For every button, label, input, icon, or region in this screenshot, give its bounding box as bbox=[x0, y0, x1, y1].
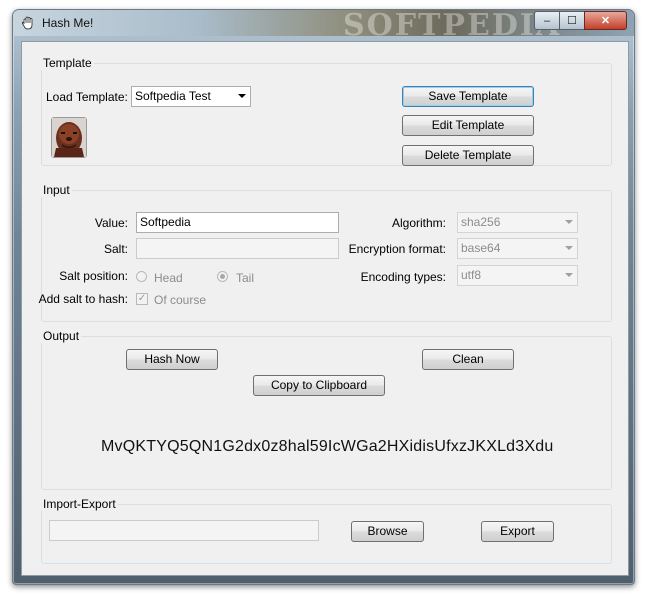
copy-to-clipboard-button[interactable]: Copy to Clipboard bbox=[253, 375, 385, 396]
encryption-format-select[interactable]: base64 bbox=[457, 238, 578, 259]
algorithm-select[interactable]: sha256 bbox=[457, 212, 578, 233]
clean-button[interactable]: Clean bbox=[422, 349, 514, 370]
value-input[interactable]: Softpedia bbox=[136, 212, 339, 233]
salt-head-label: Head bbox=[154, 271, 183, 285]
encoding-types-label: Encoding types: bbox=[360, 270, 446, 284]
delete-template-button[interactable]: Delete Template bbox=[402, 145, 534, 166]
salt-tail-label: Tail bbox=[236, 271, 255, 285]
of-course-checkbox[interactable]: ✓ bbox=[136, 293, 148, 305]
of-course-label: Of course bbox=[154, 293, 207, 307]
input-group-label: Input bbox=[41, 183, 72, 197]
minimize-icon: – bbox=[543, 14, 551, 27]
salt-input[interactable] bbox=[136, 238, 339, 259]
encryption-format-value: base64 bbox=[461, 241, 501, 255]
load-template-label: Load Template: bbox=[46, 90, 128, 104]
export-button[interactable]: Export bbox=[481, 521, 554, 542]
encryption-format-label: Encryption format: bbox=[348, 242, 446, 256]
salt-label: Salt: bbox=[103, 242, 128, 256]
output-group-label: Output bbox=[41, 329, 82, 343]
close-icon: ✕ bbox=[600, 15, 611, 27]
value-label: Value: bbox=[94, 216, 128, 230]
hash-now-button[interactable]: Hash Now bbox=[126, 349, 218, 370]
template-avatar[interactable] bbox=[51, 117, 87, 158]
add-salt-label: Add salt to hash: bbox=[38, 292, 128, 306]
edit-template-button[interactable]: Edit Template bbox=[402, 115, 534, 136]
chewbacca-avatar-icon bbox=[52, 118, 86, 157]
salt-position-label: Salt position: bbox=[59, 269, 128, 283]
maximize-icon: ☐ bbox=[567, 15, 577, 27]
app-window: SOFTPEDIA Hash Me! – ☐ ✕ Template Load T… bbox=[12, 9, 635, 585]
close-button[interactable]: ✕ bbox=[584, 11, 627, 30]
algorithm-label: Algorithm: bbox=[391, 216, 446, 230]
template-select[interactable]: Softpedia Test bbox=[131, 86, 251, 107]
template-select-value: Softpedia Test bbox=[135, 89, 211, 103]
window-title: Hash Me! bbox=[42, 16, 94, 30]
chevron-down-icon bbox=[565, 246, 573, 250]
encoding-types-select[interactable]: utf8 bbox=[457, 265, 578, 286]
import-path-input[interactable] bbox=[49, 520, 319, 541]
hash-result: MvQKTYQ5QN1G2dx0z8hal59IcWGa2HXidisUfxzJ… bbox=[101, 438, 554, 455]
chevron-down-icon bbox=[565, 220, 573, 224]
title-bar[interactable]: SOFTPEDIA Hash Me! – ☐ ✕ bbox=[13, 10, 634, 43]
save-template-button[interactable]: Save Template bbox=[402, 86, 534, 107]
minimize-button[interactable]: – bbox=[534, 11, 560, 30]
browse-button[interactable]: Browse bbox=[351, 521, 424, 542]
template-group-label: Template bbox=[41, 56, 94, 70]
client-area: Template Load Template: Softpedia Test S… bbox=[21, 41, 629, 576]
chevron-down-icon bbox=[238, 94, 246, 98]
softpedia-watermark: SOFTPEDIA bbox=[343, 9, 562, 43]
algorithm-select-value: sha256 bbox=[461, 215, 501, 229]
salt-head-radio[interactable] bbox=[136, 271, 147, 282]
hand-icon bbox=[21, 16, 33, 30]
maximize-button[interactable]: ☐ bbox=[559, 11, 585, 30]
salt-tail-radio[interactable] bbox=[217, 271, 228, 282]
chevron-down-icon bbox=[565, 273, 573, 277]
import-export-group-label: Import-Export bbox=[41, 497, 118, 511]
encoding-types-value: utf8 bbox=[461, 268, 482, 282]
